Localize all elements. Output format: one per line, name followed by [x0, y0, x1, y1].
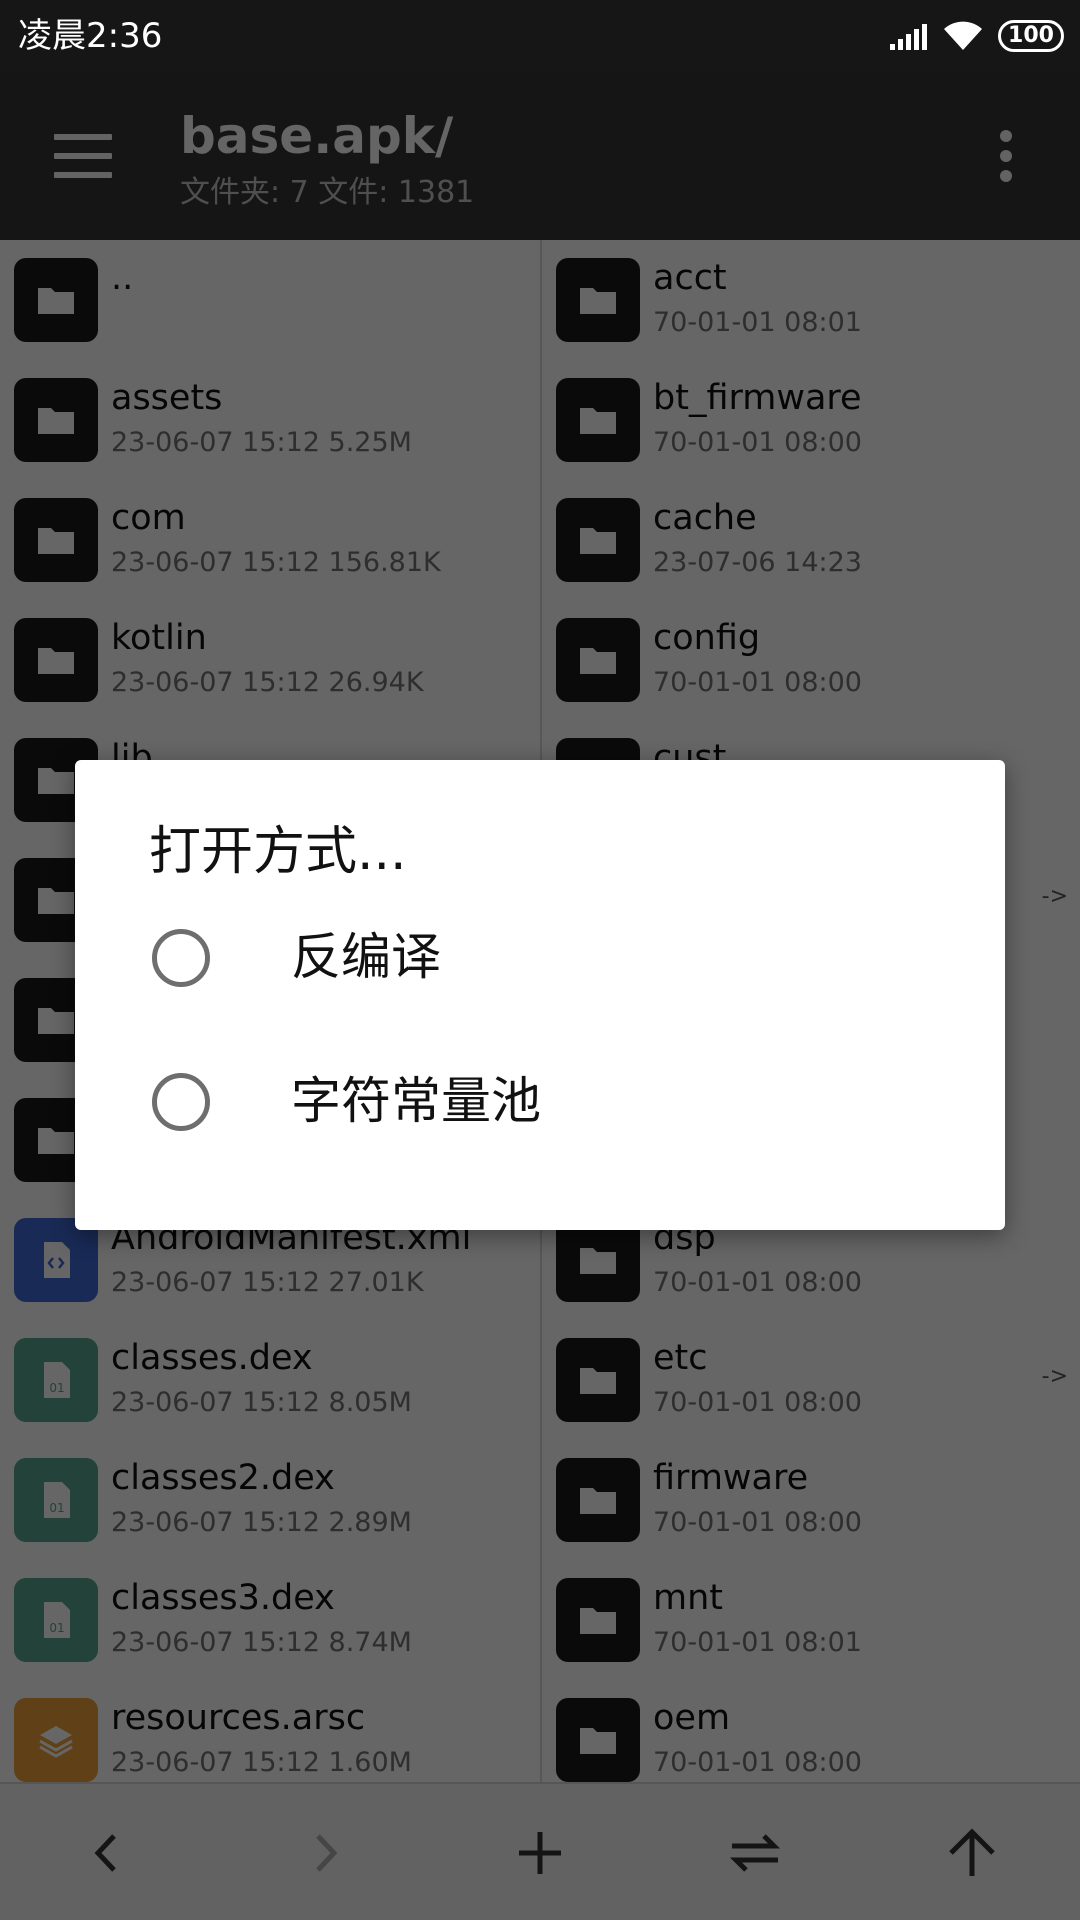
- status-time: 凌晨2:36: [18, 16, 163, 56]
- option-decompile[interactable]: 反编译: [75, 892, 1005, 1012]
- app-bar-scrim: [0, 72, 1080, 240]
- status-bar: 凌晨2:36 100: [0, 0, 1080, 72]
- battery-level: 100: [1008, 23, 1054, 48]
- signal-icon: [890, 24, 927, 50]
- dialog-title: 打开方式...: [149, 822, 407, 882]
- option-string-pool[interactable]: 字符常量池: [75, 1036, 1005, 1156]
- radio-button-icon[interactable]: [152, 929, 210, 987]
- wifi-icon: [944, 21, 982, 50]
- radio-button-icon[interactable]: [152, 1073, 210, 1131]
- option-label: 字符常量池: [291, 1072, 541, 1130]
- battery-icon: 100: [998, 20, 1064, 52]
- open-with-dialog: 打开方式... 反编译 字符常量池: [75, 760, 1005, 1230]
- option-label: 反编译: [291, 928, 441, 986]
